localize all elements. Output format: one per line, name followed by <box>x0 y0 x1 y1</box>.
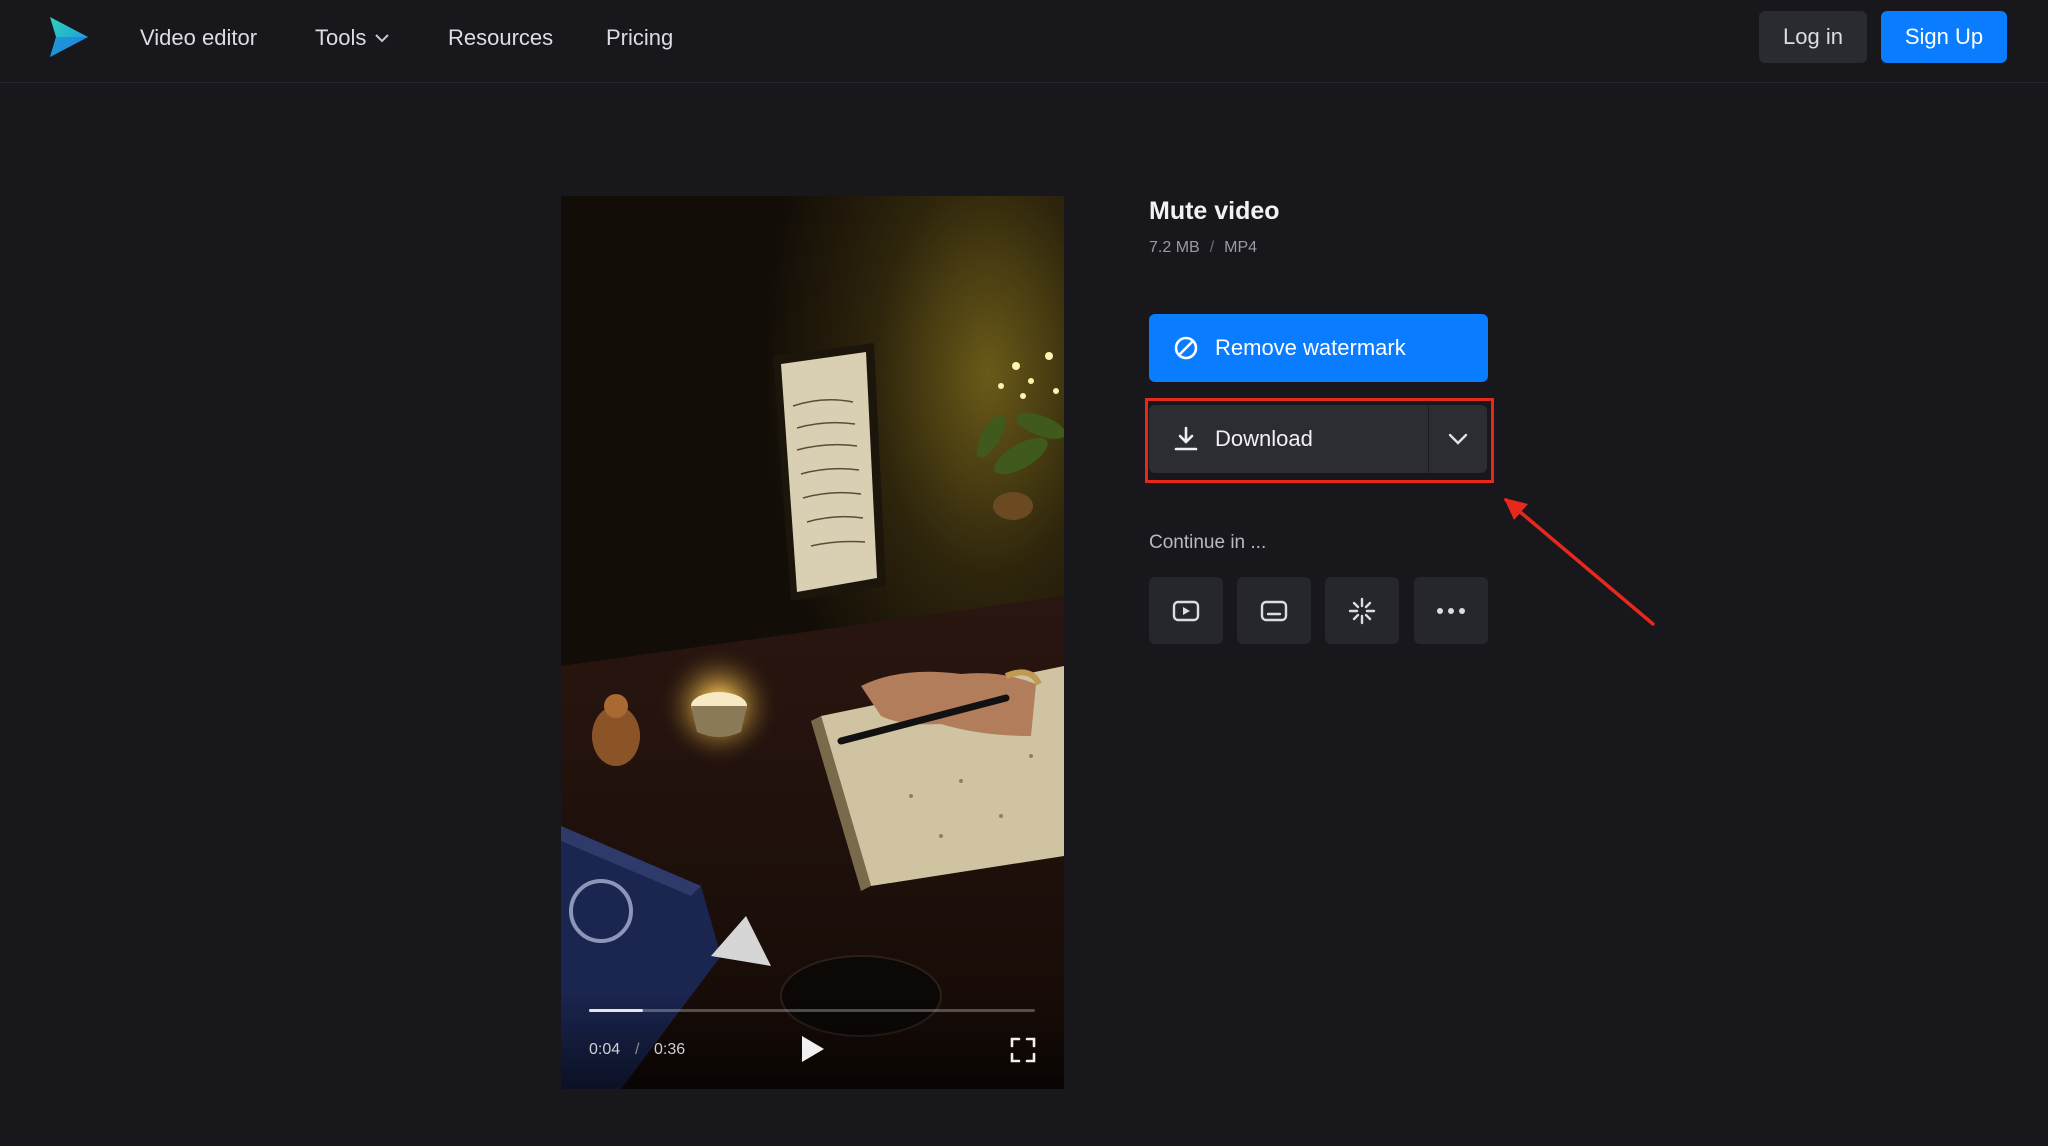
meta-separator: / <box>1209 239 1215 256</box>
file-format: MP4 <box>1224 239 1258 256</box>
player-controls: 0:04 / 0:36 <box>561 993 1064 1089</box>
continue-enhance-button[interactable] <box>1325 577 1399 644</box>
nav-tools[interactable]: Tools <box>315 24 390 52</box>
nav-resources[interactable]: Resources <box>448 24 553 52</box>
video-frame <box>561 196 1064 1089</box>
remove-watermark-button[interactable]: Remove watermark <box>1149 314 1488 382</box>
sparkle-icon <box>1348 597 1376 624</box>
signup-button-label: Sign Up <box>1904 24 1984 49</box>
chevron-down-icon <box>375 34 390 43</box>
signup-button[interactable]: Sign Up <box>1881 11 2007 63</box>
prohibit-icon <box>1174 336 1198 360</box>
file-meta: 7.2 MB / MP4 <box>1149 239 1257 257</box>
continue-more-button[interactable] <box>1414 577 1488 644</box>
remove-watermark-label: Remove watermark <box>1215 335 1406 360</box>
progress-fill <box>589 1009 643 1012</box>
continue-subtitles-button[interactable] <box>1237 577 1311 644</box>
login-button[interactable]: Log in <box>1759 11 1867 63</box>
subtitles-icon <box>1260 600 1288 621</box>
continue-in-label: Continue in ... <box>1149 532 1267 553</box>
continue-video-editor-button[interactable] <box>1149 577 1223 644</box>
duration: 0:36 <box>654 1041 686 1058</box>
nav-video-editor-label: Video editor <box>140 25 258 50</box>
page-title: Mute video <box>1149 197 1280 225</box>
video-play-icon <box>1172 600 1200 621</box>
more-icon <box>1437 607 1465 614</box>
nav-pricing[interactable]: Pricing <box>606 24 673 52</box>
nav-tools-label: Tools <box>315 25 367 50</box>
annotation-arrow <box>1504 498 1655 626</box>
play-icon[interactable] <box>797 1033 827 1065</box>
top-navigation: Video editor Tools Resources Pricing Log… <box>0 0 2048 83</box>
fullscreen-icon[interactable] <box>1010 1037 1036 1063</box>
app-logo[interactable] <box>46 15 92 59</box>
nav-resources-label: Resources <box>448 25 554 50</box>
video-player[interactable]: 0:04 / 0:36 <box>561 196 1064 1089</box>
login-button-label: Log in <box>1783 24 1843 49</box>
nav-video-editor[interactable]: Video editor <box>140 24 257 52</box>
download-highlight-box <box>1145 398 1494 483</box>
time-separator: / <box>635 1041 640 1058</box>
current-time: 0:04 <box>589 1041 621 1058</box>
nav-pricing-label: Pricing <box>606 25 674 50</box>
progress-bar[interactable] <box>589 1009 1035 1012</box>
file-size: 7.2 MB <box>1149 239 1200 256</box>
